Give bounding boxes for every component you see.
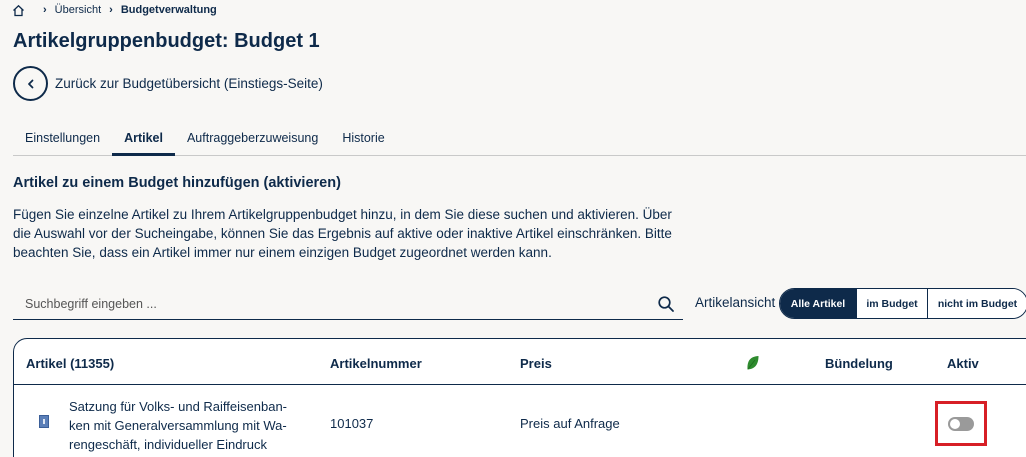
article-thumbnail[interactable] xyxy=(39,415,49,428)
breadcrumb: › Übersicht › Budgetverwaltung xyxy=(12,2,217,18)
back-link[interactable]: Zurück zur Budgetübersicht (Einstiegs-Se… xyxy=(13,66,323,101)
tab-auftraggeberzuweisung[interactable]: Auftraggeberzuweisung xyxy=(175,126,330,156)
filter-in-budget[interactable]: im Budget xyxy=(856,289,927,318)
active-toggle[interactable] xyxy=(948,417,974,431)
article-price: Preis auf Anfrage xyxy=(520,416,620,431)
article-name-line: ken mit Generalversammlung mit Wa- xyxy=(69,418,287,433)
back-button[interactable] xyxy=(13,66,48,101)
table-row: Satzung für Volks- und Raiffeisenban- ke… xyxy=(14,386,1026,457)
leaf-icon xyxy=(746,355,760,371)
view-filter-label: Artikelansicht xyxy=(695,295,776,310)
header-bundling[interactable]: Bündelung xyxy=(825,356,893,371)
header-active[interactable]: Aktiv xyxy=(947,356,979,371)
article-name-line: Satzung für Volks- und Raiffeisenban- xyxy=(69,399,288,414)
filter-not-in-budget[interactable]: nicht im Budget xyxy=(927,289,1026,318)
home-icon[interactable] xyxy=(12,4,25,17)
tab-einstellungen[interactable]: Einstellungen xyxy=(13,126,112,156)
article-table: Artikel (11355) Artikelnummer Preis Bünd… xyxy=(13,338,1026,457)
chevron-right-icon: › xyxy=(43,4,47,16)
search-icon[interactable] xyxy=(657,295,675,313)
section-title: Artikel zu einem Budget hinzufügen (akti… xyxy=(13,175,341,191)
breadcrumb-item-budgetverwaltung[interactable]: Budgetverwaltung xyxy=(121,4,217,16)
filter-all-articles[interactable]: Alle Artikel xyxy=(780,289,856,318)
header-article[interactable]: Artikel (11355) xyxy=(26,356,114,371)
table-header: Artikel (11355) Artikelnummer Preis Bünd… xyxy=(14,339,1026,385)
article-name-line: rengeschäft, individueller Eindruck xyxy=(69,437,267,452)
chevron-left-icon xyxy=(27,79,33,88)
view-filter: Alle Artikel im Budget nicht im Budget xyxy=(779,288,1026,319)
page-title: Artikelgruppenbudget: Budget 1 xyxy=(13,30,320,52)
highlight-frame xyxy=(935,401,987,446)
header-article-number[interactable]: Artikelnummer xyxy=(330,356,422,371)
chevron-right-icon: › xyxy=(109,4,113,16)
breadcrumb-item-uebersicht[interactable]: Übersicht xyxy=(55,4,101,16)
tab-historie[interactable]: Historie xyxy=(330,126,396,156)
tab-bar: Einstellungen Artikel Auftraggeberzuweis… xyxy=(13,126,1026,156)
search-input[interactable] xyxy=(13,289,657,318)
tab-artikel[interactable]: Artikel xyxy=(112,126,175,156)
back-label[interactable]: Zurück zur Budgetübersicht (Einstiegs-Se… xyxy=(55,76,323,91)
article-name[interactable]: Satzung für Volks- und Raiffeisenban- ke… xyxy=(69,397,314,454)
search-bar xyxy=(13,288,683,320)
toggle-knob xyxy=(950,419,960,429)
article-number: 101037 xyxy=(330,416,374,431)
header-price[interactable]: Preis xyxy=(520,356,552,371)
section-description: Fügen Sie einzelne Artikel zu Ihrem Arti… xyxy=(13,207,672,260)
